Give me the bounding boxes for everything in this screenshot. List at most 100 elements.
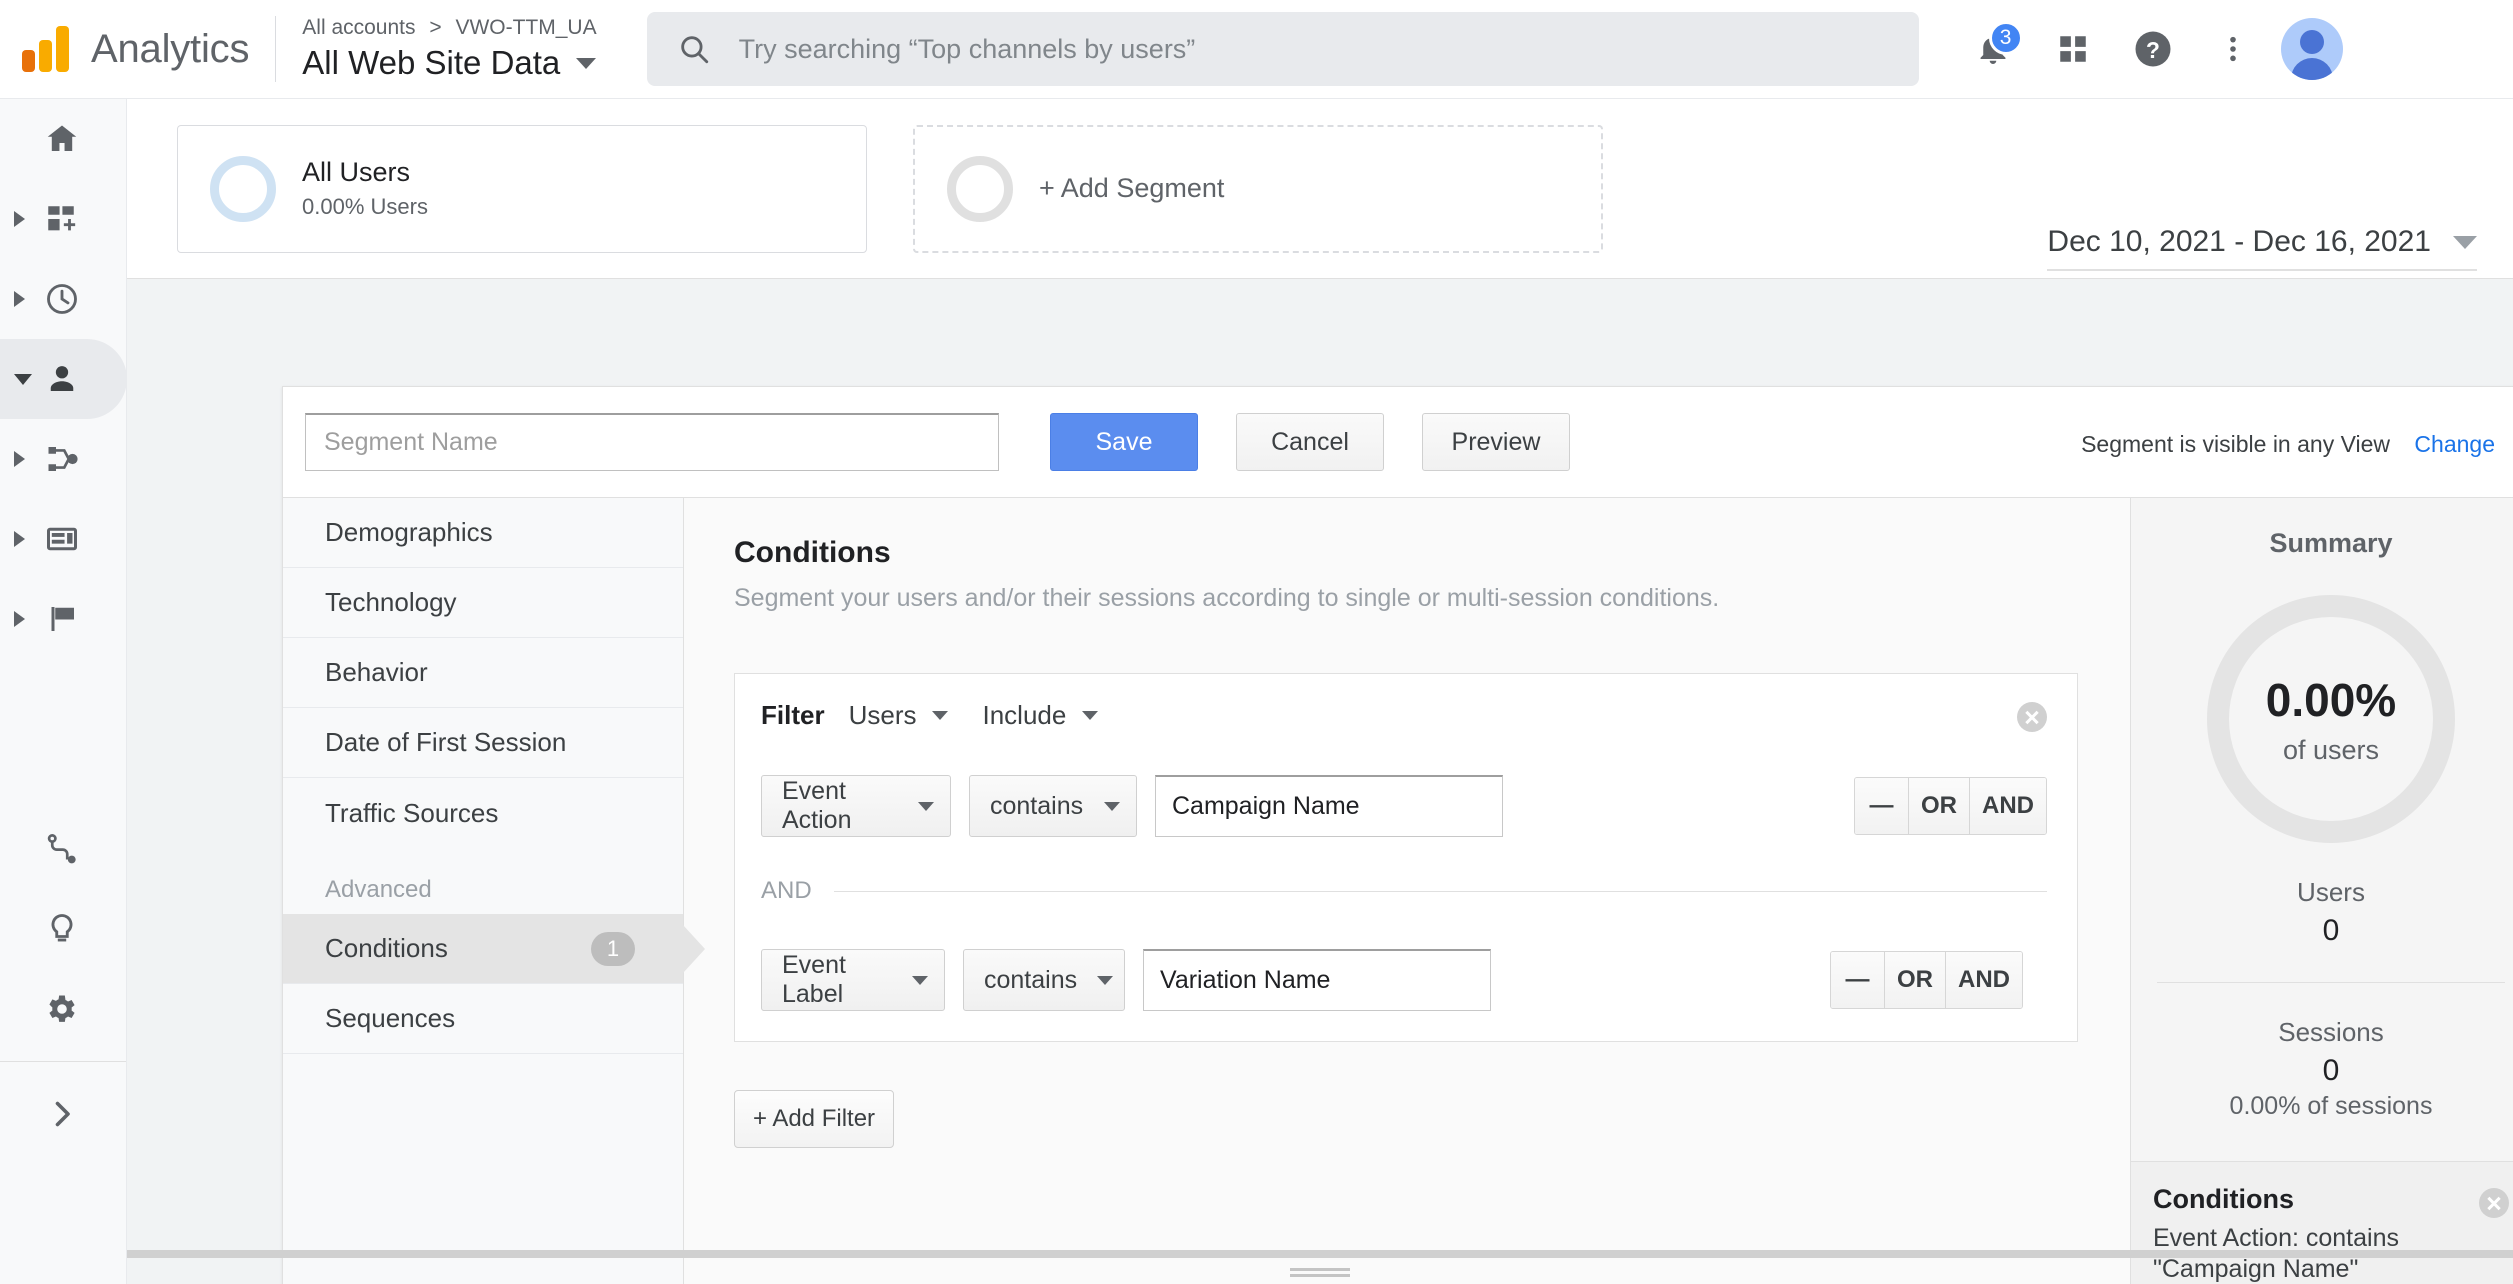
notifications-button[interactable]: 3 [1953, 9, 2033, 89]
and-separator: AND [761, 877, 2047, 905]
category-label: Sequences [325, 1003, 456, 1033]
builder-body: Demographics Technology Behavior Date of… [283, 497, 2513, 1284]
sidebar-expand-button[interactable] [0, 1074, 126, 1154]
add-segment-button[interactable]: + Add Segment [913, 124, 1603, 253]
remove-condition-button[interactable]: — [1855, 778, 1909, 834]
summary-title: Summary [2269, 528, 2393, 558]
brand-name: Analytics [91, 26, 250, 71]
add-filter-button[interactable]: + Add Filter [734, 1090, 894, 1148]
sidebar-item-home[interactable] [0, 99, 126, 179]
users-label: Users [2297, 877, 2365, 907]
account-selector[interactable]: All accounts > VWO-TTM_UA All Web Site D… [302, 16, 596, 82]
help-button[interactable]: ? [2113, 9, 2193, 89]
search-input[interactable] [738, 33, 1889, 65]
category-label: Traffic Sources [325, 797, 499, 828]
operator-select[interactable]: contains [969, 775, 1137, 837]
more-options-button[interactable] [2193, 9, 2273, 89]
analytics-logo-icon [22, 26, 69, 72]
preview-button[interactable]: Preview [1422, 413, 1570, 471]
condition-value-input[interactable] [1155, 775, 1503, 837]
chevron-down-icon [1097, 975, 1114, 985]
visibility-change-link[interactable]: Change [2414, 431, 2495, 457]
view-name-label: All Web Site Data [302, 44, 561, 81]
segment-ring-icon [210, 155, 276, 222]
summary-percent: 0.00% [2265, 673, 2397, 726]
segment-subtitle: 0.00% Users [302, 194, 428, 219]
category-label: Behavior [325, 657, 428, 687]
summary-users-metric: Users 0 [2131, 877, 2513, 948]
category-label: Technology [325, 587, 457, 617]
sidebar-item-behavior[interactable] [0, 499, 126, 579]
path-discover-icon [44, 831, 80, 867]
operator-value: contains [990, 791, 1084, 820]
sidebar-item-admin[interactable] [0, 969, 126, 1049]
add-segment-ring-icon [947, 155, 1013, 222]
cancel-button[interactable]: Cancel [1236, 413, 1384, 471]
chevron-down-icon [14, 373, 32, 385]
chevron-right-icon [14, 531, 25, 547]
category-item-behavior[interactable]: Behavior [283, 638, 683, 708]
remove-condition-button[interactable]: — [1831, 952, 1885, 1008]
category-group-advanced: Advanced [325, 876, 432, 903]
dimension-value: Event Action [782, 777, 852, 834]
condition-row: Event Label contains — OR AND [761, 949, 2047, 1011]
builder-toolbar: Save Cancel Preview Segment is visible i… [283, 387, 2513, 497]
avatar-head [2299, 30, 2324, 54]
category-item-conditions[interactable]: Conditions 1 [283, 914, 705, 984]
avatar-body [2290, 58, 2333, 80]
chevron-right-icon [14, 291, 25, 307]
dimension-select[interactable]: Event Action [761, 775, 951, 837]
conditions-pane: Conditions Segment your users and/or the… [684, 498, 2130, 1284]
segment-name-input[interactable] [305, 413, 999, 471]
filter-scope-select[interactable]: Users [849, 700, 949, 731]
sidebar-item-realtime[interactable] [0, 259, 126, 339]
sidebar-item-acquisition[interactable] [0, 419, 126, 499]
date-range-value: Dec 10, 2021 - Dec 16, 2021 [2047, 225, 2431, 258]
remove-filter-button[interactable] [2017, 702, 2047, 732]
category-item-technology[interactable]: Technology [283, 568, 683, 638]
remove-summary-conditions-button[interactable] [2479, 1188, 2509, 1218]
divider [0, 1061, 126, 1062]
operator-select[interactable]: contains [963, 949, 1125, 1011]
category-item-sequences[interactable]: Sequences [283, 984, 683, 1054]
condition-value-input[interactable] [1143, 949, 1491, 1011]
segment-all-users[interactable]: All Users 0.00% Users [177, 124, 867, 253]
chevron-down-icon [2453, 235, 2477, 249]
avatar[interactable] [2280, 18, 2343, 80]
filter-mode-select[interactable]: Include [982, 700, 1099, 731]
apps-button[interactable] [2033, 9, 2113, 89]
resize-handle[interactable] [1290, 1268, 1350, 1282]
or-button[interactable]: OR [1909, 778, 1970, 834]
and-button[interactable]: AND [1946, 952, 2022, 1008]
category-label: Demographics [325, 517, 493, 547]
sidebar-item-insights[interactable] [0, 889, 126, 969]
breadcrumb-account[interactable]: All accounts [302, 16, 415, 39]
segment-category-list: Demographics Technology Behavior Date of… [283, 498, 705, 1284]
chevron-down-icon [932, 711, 949, 720]
date-range-picker[interactable]: Dec 10, 2021 - Dec 16, 2021 [2047, 225, 2477, 271]
summary-card-title: Conditions [2153, 1184, 2294, 1214]
person-icon [44, 361, 80, 397]
divider [2157, 982, 2505, 983]
segment-visibility-note: Segment is visible in any View Change [2081, 431, 2495, 458]
sidebar-item-audience[interactable] [0, 339, 127, 419]
or-button[interactable]: OR [1885, 952, 1946, 1008]
home-icon [44, 121, 80, 157]
and-button[interactable]: AND [1970, 778, 2046, 834]
separator-line [833, 890, 2047, 892]
selection-pointer-icon [683, 924, 705, 973]
search-bar[interactable] [646, 12, 1919, 86]
category-item-demographics[interactable]: Demographics [283, 498, 683, 568]
view-name[interactable]: All Web Site Data [302, 44, 597, 82]
sidebar-item-customization[interactable] [0, 179, 126, 259]
category-item-traffic-sources[interactable]: Traffic Sources [283, 778, 683, 848]
dimension-select[interactable]: Event Label [761, 949, 945, 1011]
category-item-date-of-first-session[interactable]: Date of First Session [283, 708, 683, 778]
breadcrumb-property[interactable]: VWO-TTM_UA [455, 16, 596, 39]
more-vertical-icon [2229, 36, 2236, 62]
sidebar-item-discover[interactable] [0, 809, 126, 889]
left-nav-rail [0, 99, 127, 1284]
sidebar-item-conversions[interactable] [0, 579, 126, 659]
save-button[interactable]: Save [1050, 413, 1198, 471]
breadcrumb: All accounts > VWO-TTM_UA [302, 16, 596, 40]
